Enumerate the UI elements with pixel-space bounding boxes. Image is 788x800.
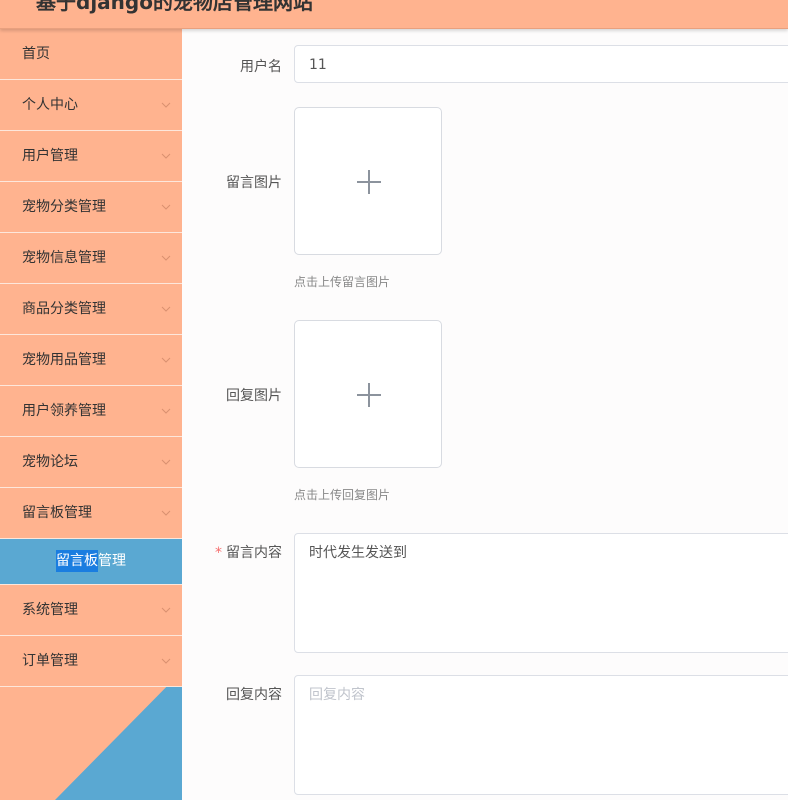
sidebar: 首页 个人中心 用户管理 宠物分类管理 宠物信息管理 商品分类管理 宠物用品管理… xyxy=(0,29,182,800)
sidebar-item-label: 宠物论坛 xyxy=(22,454,78,470)
sidebar-item-pet-forum[interactable]: 宠物论坛 xyxy=(0,437,182,488)
sidebar-item-pet-supplies[interactable]: 宠物用品管理 xyxy=(0,335,182,386)
required-mark: * xyxy=(215,545,222,561)
chevron-down-icon xyxy=(161,204,171,210)
chevron-down-icon xyxy=(161,408,171,414)
username-value: 11 xyxy=(309,57,327,73)
chevron-down-icon xyxy=(161,102,171,108)
sidebar-item-pet-info[interactable]: 宠物信息管理 xyxy=(0,233,182,284)
reply-content-placeholder: 回复内容 xyxy=(309,687,365,703)
username-field[interactable]: 11 xyxy=(294,45,788,83)
sidebar-item-personal-center[interactable]: 个人中心 xyxy=(0,80,182,131)
form-area: 用户名 11 留言图片 点击上传留言图片 回复图片 点击上传回复图片 * 留言内容… xyxy=(182,29,788,800)
sidebar-item-label: 系统管理 xyxy=(22,602,78,618)
sidebar-item-label: 订单管理 xyxy=(22,653,78,669)
message-content-textarea[interactable]: 时代发生发送到 xyxy=(294,533,788,653)
sidebar-item-product-category[interactable]: 商品分类管理 xyxy=(0,284,182,335)
chevron-down-icon xyxy=(161,658,171,664)
reply-content-label: 回复内容 xyxy=(226,687,282,703)
sidebar-item-label: 用户领养管理 xyxy=(22,403,106,419)
sidebar-item-label: 宠物信息管理 xyxy=(22,250,106,266)
message-image-label: 留言图片 xyxy=(226,175,282,191)
sidebar-item-system[interactable]: 系统管理 xyxy=(0,585,182,636)
chevron-down-icon xyxy=(161,306,171,312)
sidebar-subitem-highlight: 留言板 xyxy=(56,550,98,572)
sidebar-subitem-message-board-management[interactable]: 留言板管理 xyxy=(0,539,182,585)
sidebar-item-label: 商品分类管理 xyxy=(22,301,106,317)
chevron-up-icon xyxy=(161,510,171,516)
message-content-label-text: 留言内容 xyxy=(226,545,282,561)
chevron-down-icon xyxy=(161,357,171,363)
chevron-down-icon xyxy=(161,255,171,261)
chevron-down-icon xyxy=(161,153,171,159)
message-content-value: 时代发生发送到 xyxy=(309,545,407,561)
message-content-label: * 留言内容 xyxy=(215,542,282,562)
site-title: 基于django的宠物店管理网站 xyxy=(36,0,313,14)
sidebar-item-label: 宠物用品管理 xyxy=(22,352,106,368)
sidebar-item-label: 留言板管理 xyxy=(22,505,92,521)
reply-image-label: 回复图片 xyxy=(226,388,282,404)
reply-image-hint: 点击上传回复图片 xyxy=(294,488,391,502)
sidebar-item-user-management[interactable]: 用户管理 xyxy=(0,131,182,182)
sidebar-item-pet-category[interactable]: 宠物分类管理 xyxy=(0,182,182,233)
sidebar-item-label: 首页 xyxy=(22,46,50,62)
sidebar-item-label: 个人中心 xyxy=(22,97,78,113)
sidebar-item-adoption[interactable]: 用户领养管理 xyxy=(0,386,182,437)
top-header: 基于django的宠物店管理网站 xyxy=(0,0,788,29)
chevron-down-icon xyxy=(161,607,171,613)
plus-icon xyxy=(357,170,381,194)
sidebar-item-label: 用户管理 xyxy=(22,148,78,164)
plus-icon xyxy=(357,383,381,407)
chevron-down-icon xyxy=(161,459,171,465)
sidebar-subitem-rest: 管理 xyxy=(98,553,126,569)
sidebar-item-home[interactable]: 首页 xyxy=(0,29,182,80)
username-label: 用户名 xyxy=(240,59,282,75)
sidebar-item-label: 宠物分类管理 xyxy=(22,199,106,215)
reply-content-textarea[interactable]: 回复内容 xyxy=(294,675,788,795)
sidebar-item-orders[interactable]: 订单管理 xyxy=(0,636,182,687)
sidebar-item-message-board[interactable]: 留言板管理 xyxy=(0,488,182,539)
message-image-upload[interactable] xyxy=(294,107,442,255)
message-image-hint: 点击上传留言图片 xyxy=(294,275,391,289)
reply-image-upload[interactable] xyxy=(294,320,442,468)
